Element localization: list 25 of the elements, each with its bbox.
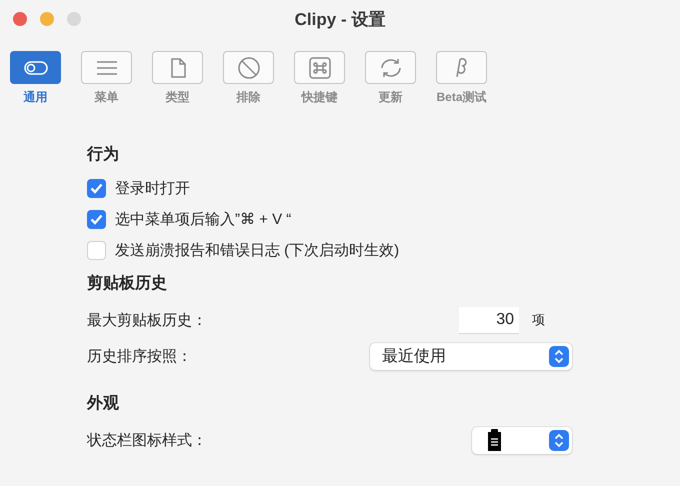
clipboard-icon xyxy=(488,429,501,451)
checkbox-label: 登录时打开 xyxy=(115,179,190,198)
check-icon xyxy=(90,183,103,194)
icon-style-dropdown[interactable] xyxy=(472,426,572,454)
field-label: 状态栏图标样式： xyxy=(87,430,207,450)
checkbox[interactable] xyxy=(87,241,106,260)
checkbox-label: 选中菜单项后输入”⌘ + V “ xyxy=(115,210,292,229)
stepper-icon xyxy=(549,430,569,450)
unit-label: 项 xyxy=(532,311,545,329)
checkbox-label: 发送崩溃报告和错误日志 (下次启动时生效) xyxy=(115,241,400,260)
section-heading: 行为 xyxy=(87,144,120,165)
checkbox[interactable] xyxy=(87,210,106,229)
window-title: Clipy - 设置 xyxy=(294,8,386,30)
field-label: 历史排序按照： xyxy=(87,346,192,366)
checkbox[interactable] xyxy=(87,179,106,198)
stepper-icon xyxy=(549,346,569,366)
check-icon xyxy=(90,214,103,225)
close-button[interactable] xyxy=(13,12,27,26)
field-label: 最大剪贴板历史： xyxy=(87,310,207,330)
sort-dropdown[interactable]: 最近使用 xyxy=(370,342,572,370)
minimize-button[interactable] xyxy=(40,12,54,26)
number-field[interactable]: 30 xyxy=(459,306,519,334)
section-heading: 外观 xyxy=(87,394,120,414)
section-heading: 剪贴板历史 xyxy=(87,273,168,294)
beta-icon xyxy=(456,58,467,78)
